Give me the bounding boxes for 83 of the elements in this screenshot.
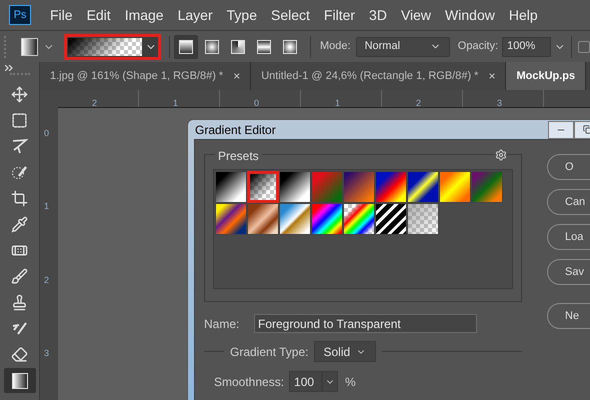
dialog-button[interactable]: Loa — [547, 224, 590, 250]
gradient-preset[interactable] — [375, 171, 407, 203]
gradient-preset[interactable] — [215, 203, 247, 235]
linear-gradient-icon — [178, 40, 193, 54]
ruler-label: 3 — [44, 348, 50, 358]
settings-icon[interactable] — [495, 149, 507, 161]
ruler-label: 0 — [44, 128, 50, 138]
menu-item[interactable]: Filter — [316, 4, 362, 26]
ruler-label: 2 — [416, 98, 422, 108]
gradient-preset[interactable] — [215, 171, 247, 203]
ruler-label: 1 — [44, 201, 50, 212]
ruler-label: 3 — [497, 98, 502, 108]
dialog-title: Gradient Editor — [195, 122, 276, 138]
collapse-icon[interactable] — [5, 65, 13, 71]
gradient-preset[interactable] — [247, 203, 279, 235]
gradient-type-select[interactable]: Solid — [314, 341, 376, 362]
gradient-style-button[interactable] — [174, 34, 198, 58]
smoothness-label: Smoothness: — [214, 374, 284, 390]
gradient-preset[interactable] — [439, 171, 471, 203]
menu-item[interactable]: Select — [264, 4, 317, 26]
mode-select[interactable]: Normal — [356, 36, 450, 56]
gradient-preset[interactable] — [311, 203, 343, 235]
gradient-picker[interactable] — [64, 34, 161, 60]
menu-item[interactable]: 3D — [362, 4, 394, 26]
menu-item[interactable]: View — [394, 4, 438, 26]
gradient-preset[interactable] — [343, 203, 375, 235]
move-icon — [11, 86, 28, 103]
app-logo: Ps — [9, 5, 31, 25]
tool-button[interactable] — [4, 368, 36, 393]
gradient-preset[interactable] — [247, 171, 279, 203]
opacity-field[interactable]: 100% — [502, 36, 551, 56]
checkbox[interactable] — [578, 40, 590, 52]
smoothness-field[interactable]: 100 — [289, 371, 322, 392]
radial-gradient-icon — [204, 40, 219, 54]
diamond-gradient-icon — [282, 40, 297, 54]
ruler-label: 1 — [173, 98, 178, 108]
minimize-button[interactable] — [548, 120, 574, 138]
menu-item[interactable]: File — [43, 4, 80, 26]
grip-handle[interactable] — [4, 36, 7, 58]
menu-item[interactable]: Image — [118, 4, 171, 26]
document-tab[interactable]: MockUp.ps — [506, 62, 586, 90]
restore-icon — [582, 125, 590, 134]
history-brush-icon — [11, 320, 28, 337]
gradient-preset[interactable] — [407, 203, 439, 235]
name-field[interactable]: Foreground to Transparent — [254, 314, 477, 333]
close-icon[interactable]: × — [488, 67, 496, 85]
menu-item[interactable]: Help — [502, 4, 545, 26]
grip-handle[interactable] — [10, 73, 30, 77]
ruler-label: 1 — [335, 98, 340, 108]
opacity-label: Opacity: — [458, 39, 498, 54]
ruler-label: 0 — [254, 98, 260, 108]
reflected-gradient-icon — [256, 40, 271, 54]
eraser-icon — [11, 346, 28, 363]
stamp-icon — [11, 294, 28, 311]
new-button[interactable]: Ne — [547, 303, 590, 329]
gradient-preset[interactable] — [375, 203, 407, 235]
mode-label: Mode: — [320, 39, 351, 54]
close-icon[interactable]: × — [233, 67, 240, 85]
dialog-button[interactable]: Can — [547, 189, 590, 215]
eyedropper-icon — [11, 216, 28, 233]
menu-item[interactable]: Type — [220, 4, 264, 26]
brush-selection-icon — [11, 164, 28, 181]
marquee-icon — [11, 112, 28, 129]
gradient-preset[interactable] — [279, 171, 311, 203]
gradient-preset[interactable] — [407, 171, 439, 203]
ruler-label: 2 — [44, 274, 50, 285]
crop-icon — [11, 190, 28, 207]
brush-icon — [11, 268, 28, 285]
gradient-preset[interactable] — [279, 203, 311, 235]
ruler-label: 2 — [92, 98, 98, 108]
percent-label: % — [345, 374, 356, 390]
menu-item[interactable]: Edit — [80, 4, 118, 26]
gradient-type-label: Gradient Type: — [230, 344, 308, 360]
tool-preset-icon[interactable] — [20, 38, 38, 56]
dialog-button[interactable]: Sav — [547, 259, 590, 285]
gradient-preset[interactable] — [343, 171, 375, 203]
menu-item[interactable]: Window — [438, 4, 502, 26]
gradient-icon — [12, 372, 28, 388]
name-label: Name: — [204, 316, 240, 332]
dialog-button[interactable]: O — [547, 154, 590, 180]
lasso-icon — [11, 138, 28, 155]
angle-gradient-icon — [230, 40, 245, 54]
menu-item[interactable]: Layer — [170, 4, 220, 26]
